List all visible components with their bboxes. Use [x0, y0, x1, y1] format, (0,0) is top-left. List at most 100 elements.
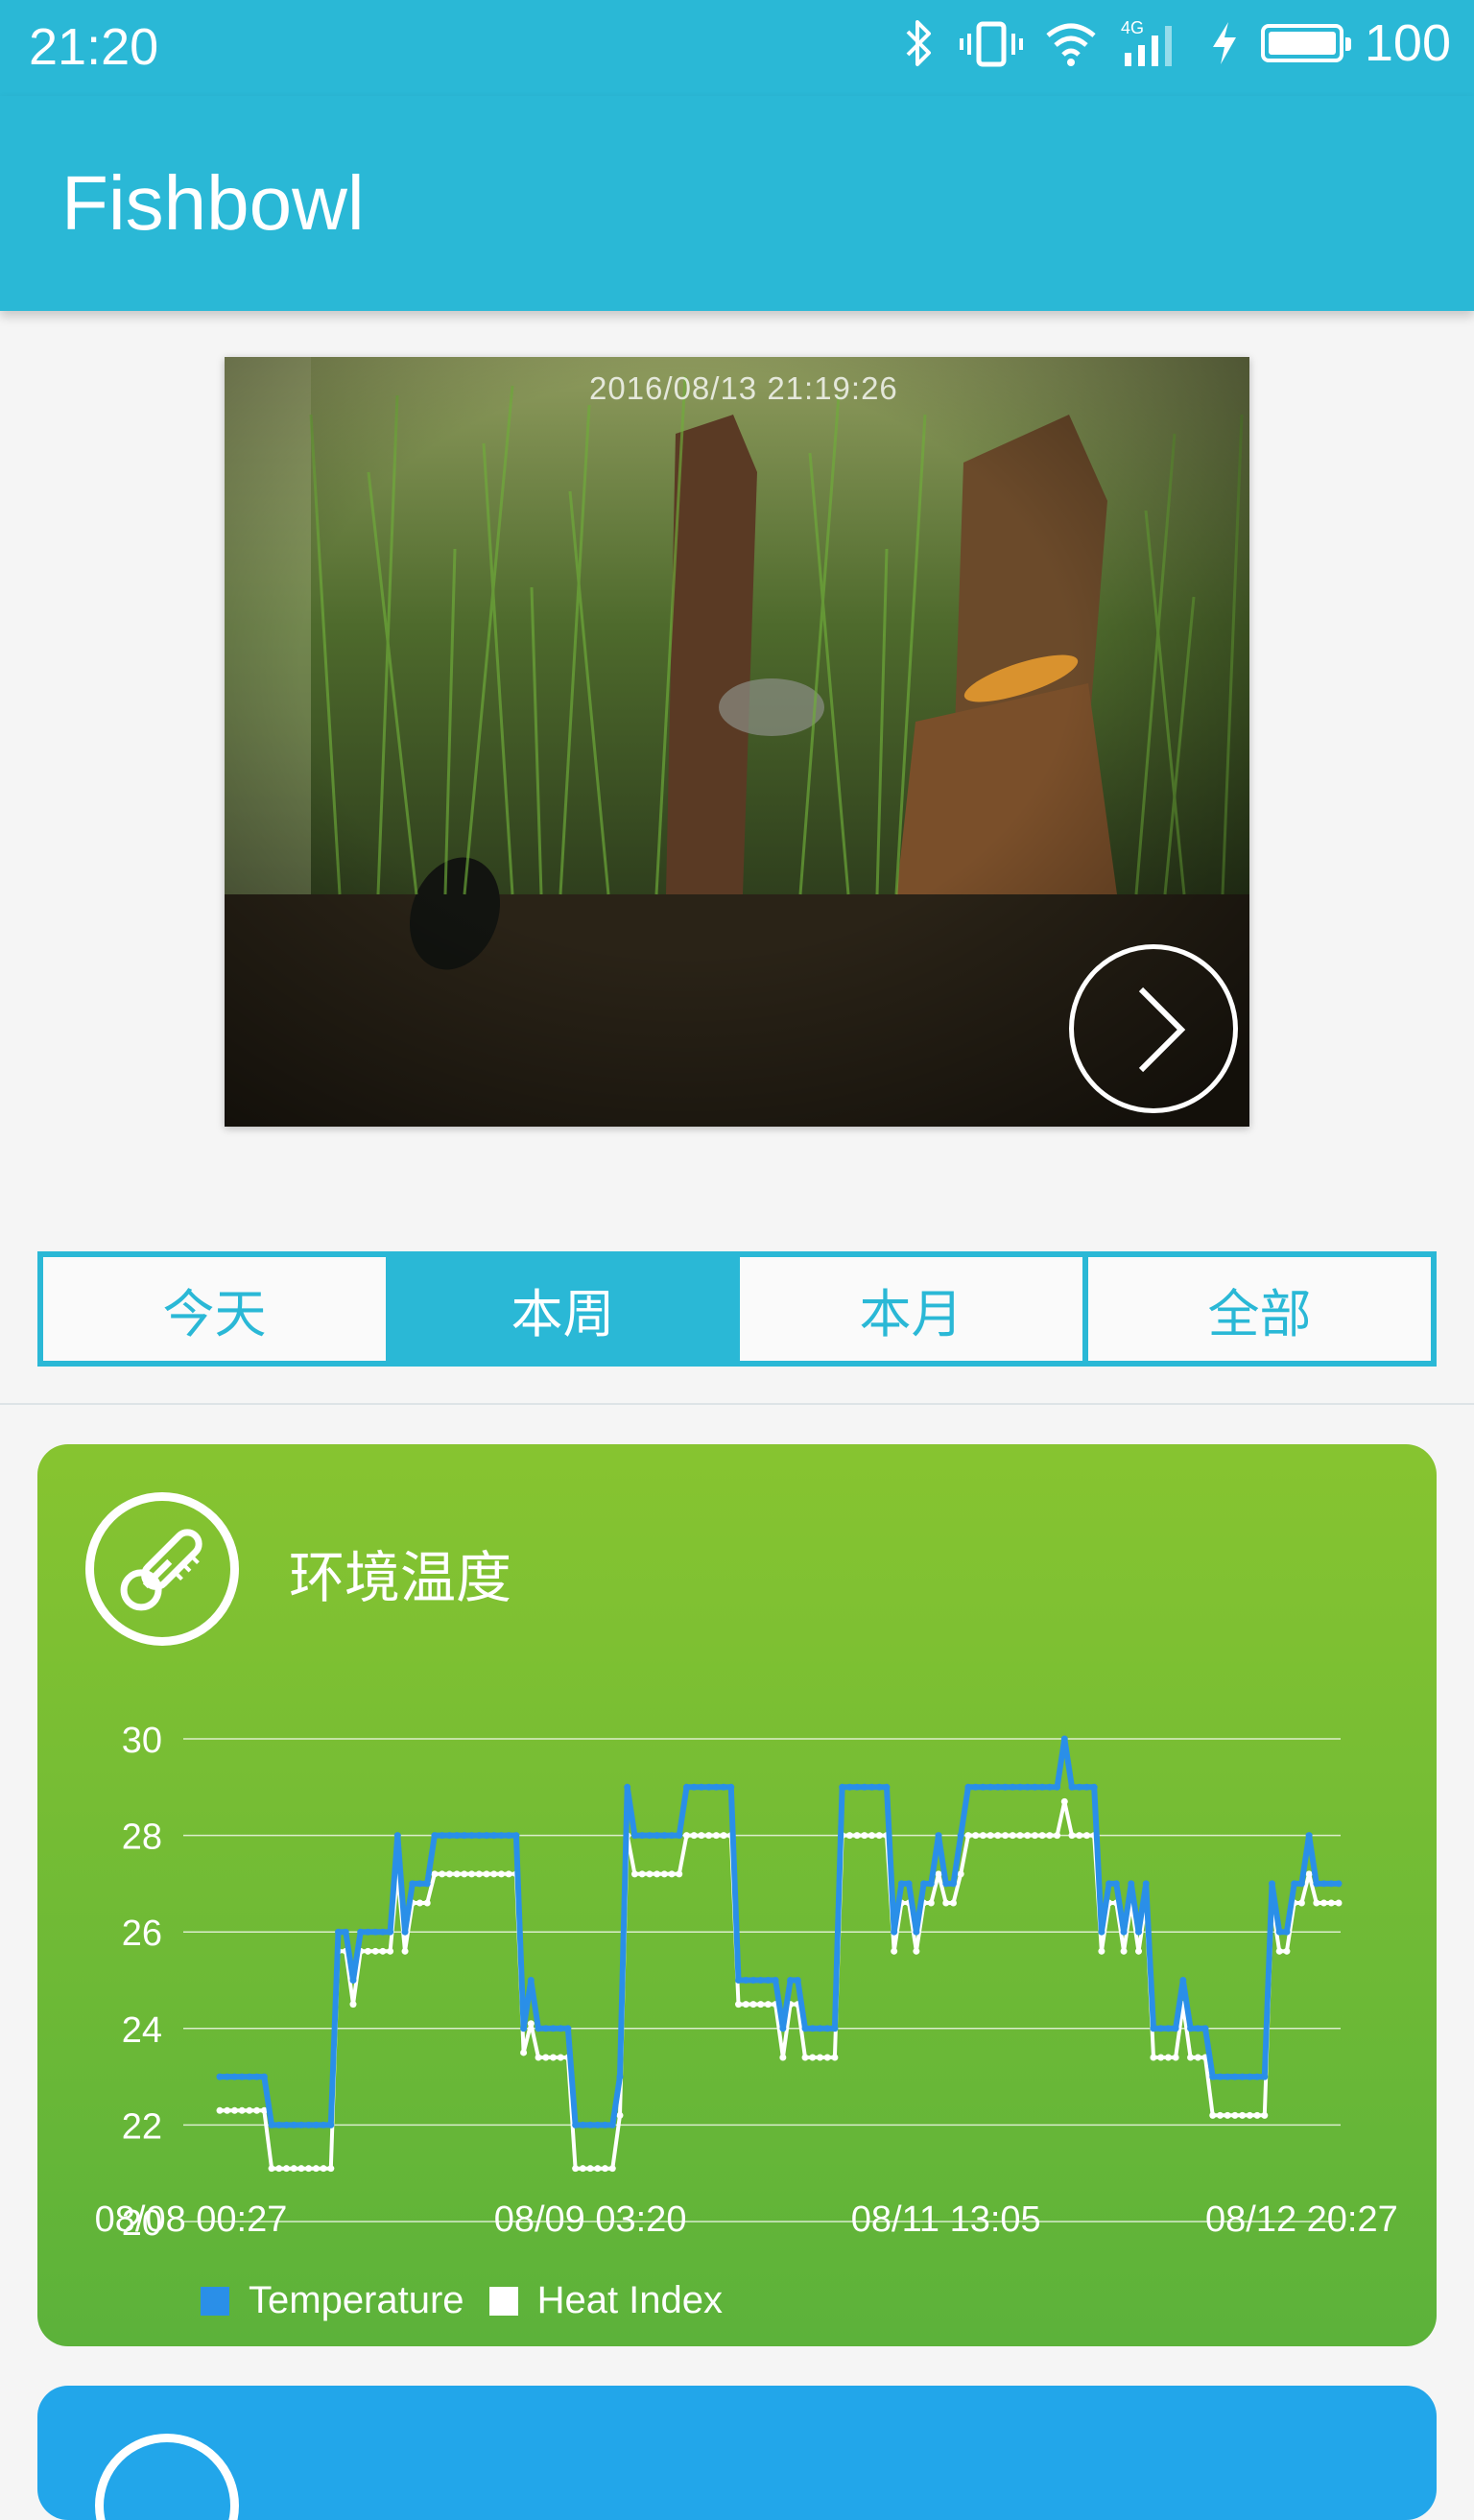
data-point-heat-index: [1335, 1899, 1343, 1907]
data-point-temperature: [282, 2121, 290, 2128]
data-point-temperature: [439, 1832, 446, 1840]
data-point-heat-index: [1031, 1832, 1038, 1840]
data-point-heat-index: [660, 1870, 668, 1878]
next-arrow-button[interactable]: [1069, 944, 1238, 1113]
data-point-heat-index: [320, 2165, 327, 2173]
data-point-heat-index: [238, 2106, 246, 2114]
data-point-heat-index: [979, 1832, 987, 1840]
legend-heat-index-label: Heat Index: [536, 2279, 724, 2321]
data-point-temperature: [1297, 1880, 1305, 1888]
tab-today[interactable]: 今天: [43, 1257, 386, 1361]
data-point-heat-index: [1261, 2111, 1269, 2119]
battery-level: 100: [1364, 14, 1451, 72]
data-point-heat-index: [520, 2049, 528, 2056]
data-point-temperature: [1150, 2025, 1157, 2033]
status-bar: 21:20 4G 100: [0, 0, 1474, 96]
data-point-heat-index: [698, 1832, 705, 1840]
data-point-temperature: [431, 1832, 439, 1840]
data-point-temperature: [712, 1783, 720, 1791]
data-point-heat-index: [1283, 1947, 1291, 1955]
data-point-temperature: [1082, 1783, 1090, 1791]
data-point-temperature: [216, 2073, 224, 2080]
data-point-heat-index: [646, 1870, 654, 1878]
data-point-temperature: [1305, 1832, 1313, 1840]
data-point-temperature: [379, 1928, 387, 1936]
data-point-temperature: [320, 2121, 327, 2128]
data-point-heat-index: [282, 2165, 290, 2173]
data-point-heat-index: [453, 1870, 461, 1878]
data-point-temperature: [490, 1832, 498, 1840]
x-tick-label: 08/08 00:27: [95, 2199, 288, 2240]
data-point-temperature: [861, 1783, 868, 1791]
data-point-heat-index: [1120, 1947, 1128, 1955]
data-point-heat-index: [1009, 1832, 1016, 1840]
data-point-temperature: [1076, 1783, 1083, 1791]
data-point-temperature: [387, 1928, 394, 1936]
data-point-heat-index: [1046, 1832, 1054, 1840]
data-point-heat-index: [1320, 1899, 1328, 1907]
data-point-heat-index: [290, 2165, 297, 2173]
tab-this-week[interactable]: 本周: [386, 1257, 734, 1361]
data-point-temperature: [416, 1880, 423, 1888]
data-point-temperature: [1068, 1783, 1076, 1791]
data-point-heat-index: [423, 1899, 431, 1907]
data-point-temperature: [913, 1928, 920, 1936]
data-point-temperature: [883, 1783, 891, 1791]
data-point-heat-index: [1135, 1947, 1143, 1955]
data-point-temperature: [1231, 2073, 1239, 2080]
data-point-temperature: [475, 1832, 483, 1840]
data-point-temperature: [586, 2121, 594, 2128]
data-point-heat-index: [668, 1870, 676, 1878]
data-point-heat-index: [972, 1832, 980, 1840]
data-point-temperature: [461, 1832, 468, 1840]
data-point-temperature: [1016, 1783, 1024, 1791]
data-point-temperature: [1201, 2025, 1209, 2033]
data-point-heat-index: [268, 2165, 275, 2173]
data-point-heat-index: [527, 2020, 535, 2028]
data-point-temperature: [1261, 2073, 1269, 2080]
tab-this-month[interactable]: 本月: [734, 1257, 1082, 1361]
data-point-heat-index: [1216, 2111, 1224, 2119]
data-point-heat-index: [387, 1947, 394, 1955]
data-point-heat-index: [364, 1947, 371, 1955]
data-point-heat-index: [557, 2054, 564, 2061]
data-point-temperature: [535, 2025, 542, 2033]
data-point-heat-index: [461, 1870, 468, 1878]
humidity-icon: [95, 2434, 239, 2520]
data-point-heat-index: [216, 2106, 224, 2114]
tab-all[interactable]: 全部: [1082, 1257, 1431, 1361]
data-point-temperature: [787, 1977, 795, 1984]
data-point-temperature: [1054, 1783, 1061, 1791]
data-point-temperature: [1335, 1880, 1343, 1888]
data-point-heat-index: [505, 1870, 512, 1878]
data-point-temperature: [564, 2025, 572, 2033]
data-point-heat-index: [1016, 1832, 1024, 1840]
data-point-heat-index: [490, 1870, 498, 1878]
data-point-temperature: [393, 1832, 401, 1840]
data-point-temperature: [497, 1832, 505, 1840]
x-tick-label: 08/11 13:05: [851, 2199, 1041, 2240]
data-point-temperature: [1038, 1783, 1046, 1791]
data-point-heat-index: [608, 2165, 616, 2173]
data-point-temperature: [409, 1880, 416, 1888]
data-point-temperature: [1002, 1783, 1010, 1791]
data-point-temperature: [1024, 1783, 1032, 1791]
data-point-temperature: [942, 1880, 950, 1888]
data-point-heat-index: [957, 1870, 964, 1878]
data-point-temperature: [1098, 1928, 1106, 1936]
data-point-temperature: [698, 1783, 705, 1791]
data-point-temperature: [875, 1783, 883, 1791]
data-point-temperature: [690, 1783, 698, 1791]
data-point-heat-index: [927, 1899, 935, 1907]
data-point-temperature: [616, 2073, 624, 2080]
data-point-temperature: [453, 1832, 461, 1840]
x-tick-label: 08/12 20:27: [1205, 2199, 1398, 2240]
camera-snapshot[interactable]: 2016/08/13 21:19:26: [225, 357, 1249, 1127]
data-point-heat-index: [230, 2106, 238, 2114]
signal-4g-icon: 4G: [1121, 18, 1172, 66]
data-point-heat-index: [371, 1947, 379, 1955]
network-type-label: 4G: [1121, 18, 1144, 37]
data-point-heat-index: [823, 2054, 831, 2061]
app-title: Fishbowl: [61, 160, 365, 246]
data-point-temperature: [742, 1977, 749, 1984]
